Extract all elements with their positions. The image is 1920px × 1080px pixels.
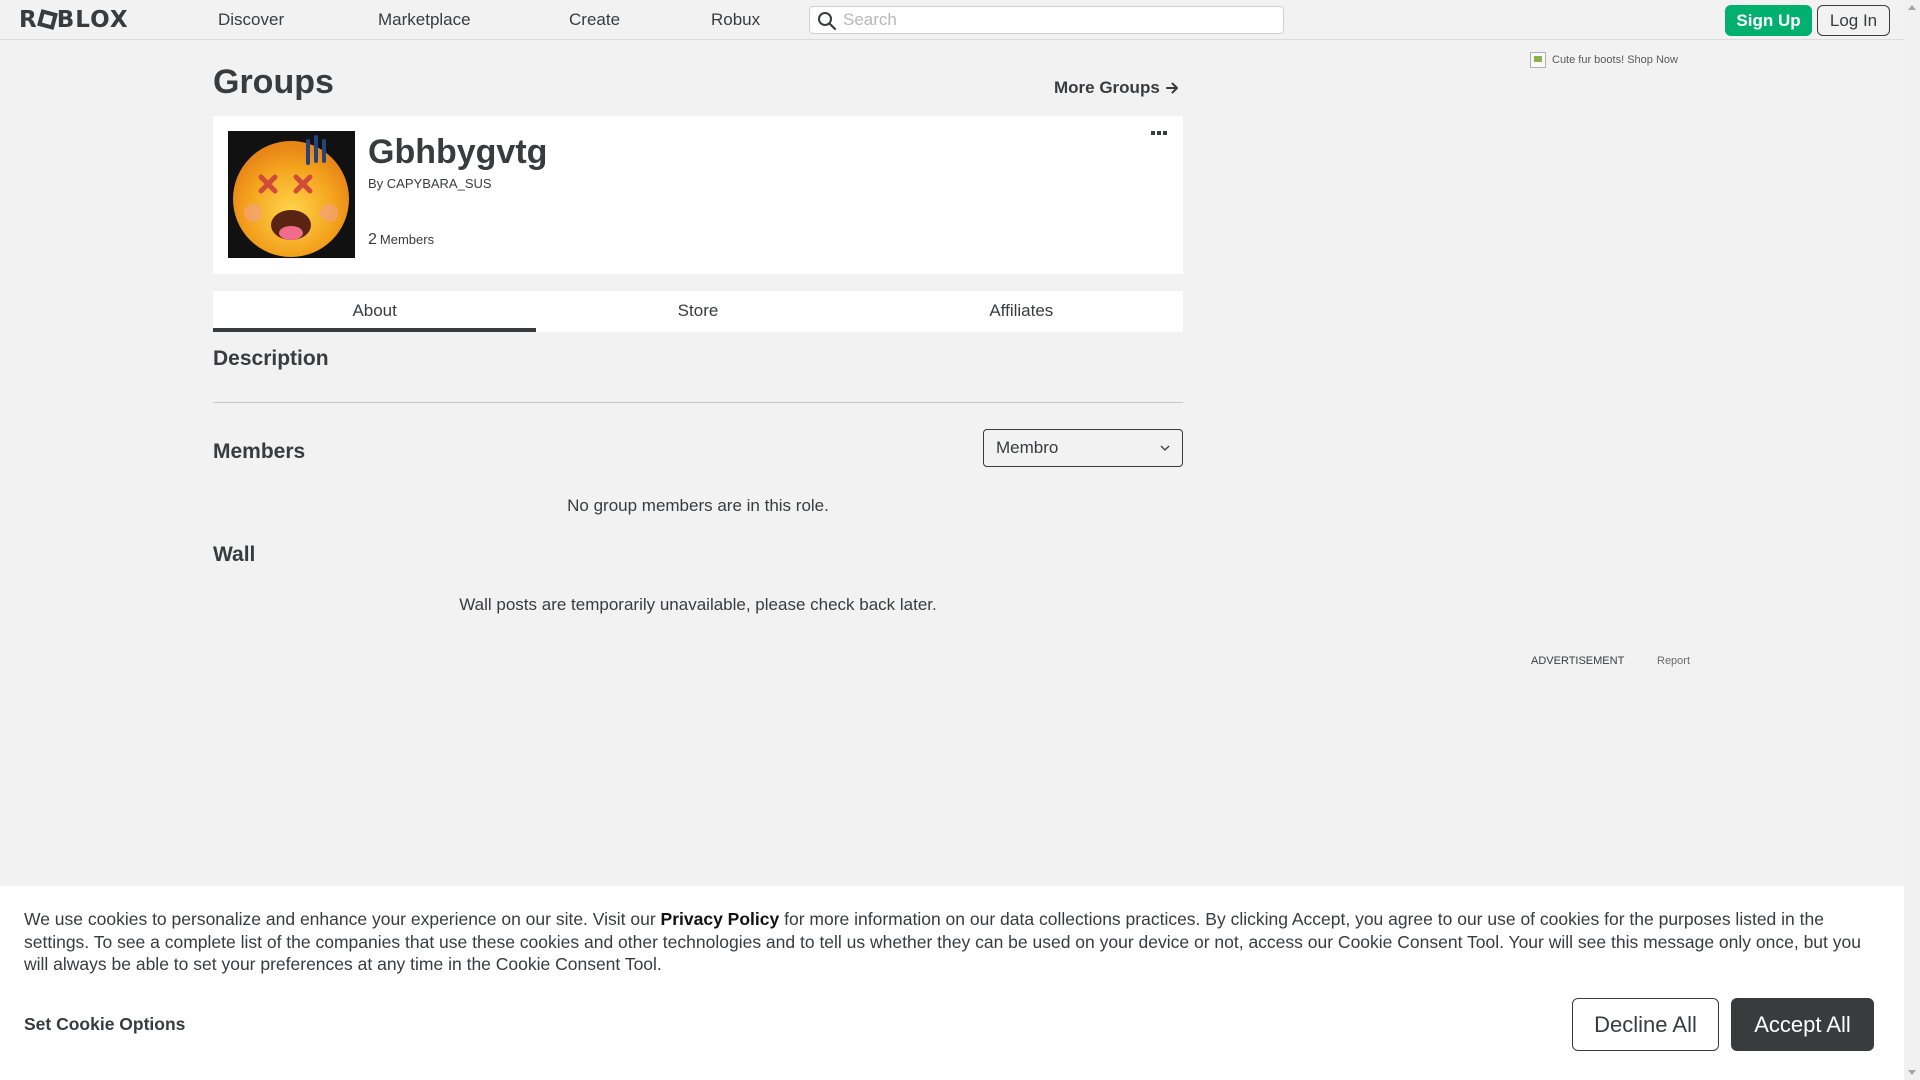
group-name: Gbhbygvtg	[368, 133, 548, 171]
search-icon	[818, 12, 837, 31]
decline-all-button[interactable]: Decline All	[1572, 998, 1719, 1051]
group-member-count: 2 Members	[368, 230, 434, 250]
tab-affiliates[interactable]: Affiliates	[860, 291, 1183, 332]
role-dropdown[interactable]: Membro	[983, 429, 1183, 467]
members-empty-message: No group members are in this role.	[567, 496, 829, 515]
more-groups-link[interactable]: More Groups	[1054, 77, 1179, 99]
broken-image-icon	[1530, 52, 1546, 68]
by-label: By	[368, 176, 384, 191]
top-navigation-bar: R BLOX Discover Marketplace Create Robux …	[0, 0, 1904, 40]
search-box[interactable]	[809, 6, 1284, 34]
page-title: Groups	[213, 63, 334, 101]
more-groups-label: More Groups	[1054, 78, 1160, 97]
page-scrollbar[interactable]	[1904, 0, 1920, 1080]
description-heading: Description	[213, 347, 329, 370]
advertisement-alt-text: Cute fur boots! Shop Now	[1552, 54, 1678, 66]
set-cookie-options-link[interactable]: Set Cookie Options	[24, 1013, 185, 1035]
scroll-down-arrow-icon[interactable]	[1908, 1070, 1916, 1075]
group-owner-line: By CAPYBARA_SUS	[368, 176, 492, 192]
nav-link-robux[interactable]: Robux	[711, 10, 760, 30]
group-emblem-image	[228, 131, 355, 258]
more-options-icon[interactable]	[1151, 131, 1171, 137]
tab-about[interactable]: About	[213, 291, 537, 332]
arrow-right-icon	[1165, 82, 1178, 94]
wall-unavailable-message: Wall posts are temporarily unavailable, …	[459, 595, 937, 614]
log-in-button[interactable]: Log In	[1817, 5, 1890, 36]
chevron-down-icon	[1160, 445, 1170, 451]
advertisement-image[interactable]: Cute fur boots! Shop Now	[1530, 52, 1678, 68]
section-divider	[213, 402, 1183, 403]
sign-up-button[interactable]: Sign Up	[1725, 5, 1812, 36]
nav-link-discover[interactable]: Discover	[218, 10, 284, 30]
member-count-label: Members	[379, 232, 435, 247]
nav-link-marketplace[interactable]: Marketplace	[378, 10, 471, 30]
tab-store[interactable]: Store	[536, 291, 859, 332]
wall-heading: Wall	[213, 543, 256, 566]
member-count-value: 2	[368, 231, 377, 248]
accept-all-button[interactable]: Accept All	[1731, 998, 1874, 1051]
role-dropdown-value: Membro	[996, 438, 1059, 457]
roblox-logo[interactable]: R BLOX	[19, 8, 129, 32]
advertisement-label: ADVERTISEMENT	[1531, 655, 1625, 667]
search-input[interactable]	[843, 9, 1273, 31]
group-tabs: About Store Affiliates	[213, 291, 1183, 332]
nav-link-create[interactable]: Create	[569, 10, 620, 30]
privacy-policy-link[interactable]: Privacy Policy	[661, 909, 780, 929]
members-heading: Members	[213, 440, 306, 463]
cookie-notice-text: We use cookies to personalize and enhanc…	[24, 908, 1884, 976]
group-header-card: Gbhbygvtg By CAPYBARA_SUS 2 Members	[213, 116, 1183, 274]
report-ad-link[interactable]: Report	[1657, 654, 1690, 668]
cookie-text-start: We use cookies to personalize and enhanc…	[24, 909, 661, 929]
scroll-up-arrow-icon[interactable]	[1908, 5, 1916, 10]
group-owner-link[interactable]: CAPYBARA_SUS	[387, 176, 492, 191]
page: R BLOX Discover Marketplace Create Robux …	[0, 0, 1920, 1080]
cookie-consent-banner: We use cookies to personalize and enhanc…	[0, 886, 1904, 1080]
